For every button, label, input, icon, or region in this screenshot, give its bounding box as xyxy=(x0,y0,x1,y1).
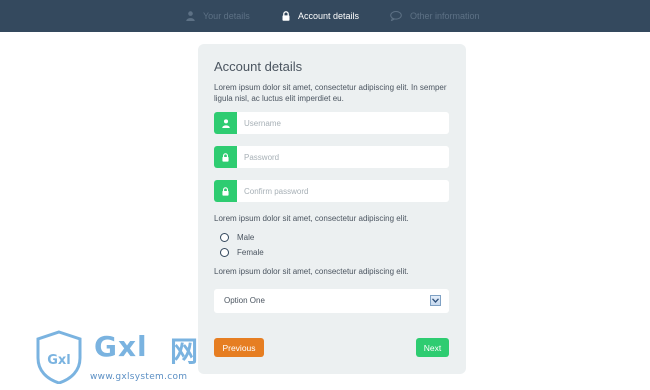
step-your-details[interactable]: Your details xyxy=(186,0,250,32)
confirm-password-field xyxy=(214,180,449,202)
watermark-url: www.gxlsystem.com xyxy=(90,372,188,382)
shield-logo: Gxl xyxy=(36,330,82,384)
chevron-down-icon[interactable] xyxy=(430,295,441,306)
radio-circle[interactable] xyxy=(220,233,229,242)
intro-text: Lorem ipsum dolor sit amet, consectetur … xyxy=(214,83,447,103)
watermark-brand: Gxl xyxy=(94,330,148,363)
username-field xyxy=(214,112,449,134)
username-input[interactable] xyxy=(244,112,444,134)
option-select[interactable]: Option One xyxy=(214,289,449,313)
svg-text:Gxl: Gxl xyxy=(47,353,71,368)
radio-circle[interactable] xyxy=(220,248,229,257)
password-input[interactable] xyxy=(244,146,444,168)
select-text: Lorem ipsum dolor sit amet, consectetur … xyxy=(214,267,409,276)
password-field xyxy=(214,146,449,168)
step-label: Other information xyxy=(410,11,480,21)
lock-icon xyxy=(282,11,290,21)
radio-male[interactable]: Male xyxy=(220,233,254,242)
radio-label: Female xyxy=(237,248,264,257)
next-button[interactable]: Next xyxy=(416,338,449,357)
lock-icon xyxy=(214,146,237,168)
step-other-information[interactable]: Other information xyxy=(390,0,480,32)
radio-label: Male xyxy=(237,233,255,242)
confirm-password-input[interactable] xyxy=(244,180,444,202)
account-details-card: Account details Lorem ipsum dolor sit am… xyxy=(198,44,466,374)
step-label: Your details xyxy=(203,11,250,21)
lock-icon xyxy=(214,180,237,202)
step-account-details[interactable]: Account details xyxy=(282,0,359,32)
radio-female[interactable]: Female xyxy=(220,248,264,257)
step-label: Account details xyxy=(298,11,360,21)
select-value: Option One xyxy=(224,296,265,305)
watermark-brand-cn: 网 xyxy=(170,335,199,368)
form-title: Account details xyxy=(214,59,303,74)
user-icon xyxy=(186,11,195,21)
watermark: Gxl Gxl 网 www.gxlsystem.com xyxy=(34,330,234,385)
speech-bubble-icon xyxy=(390,11,402,21)
wizard-progress-bar: Your details Account details Other infor… xyxy=(0,0,650,32)
gender-text: Lorem ipsum dolor sit amet, consectetur … xyxy=(214,214,409,223)
user-icon xyxy=(214,112,237,134)
